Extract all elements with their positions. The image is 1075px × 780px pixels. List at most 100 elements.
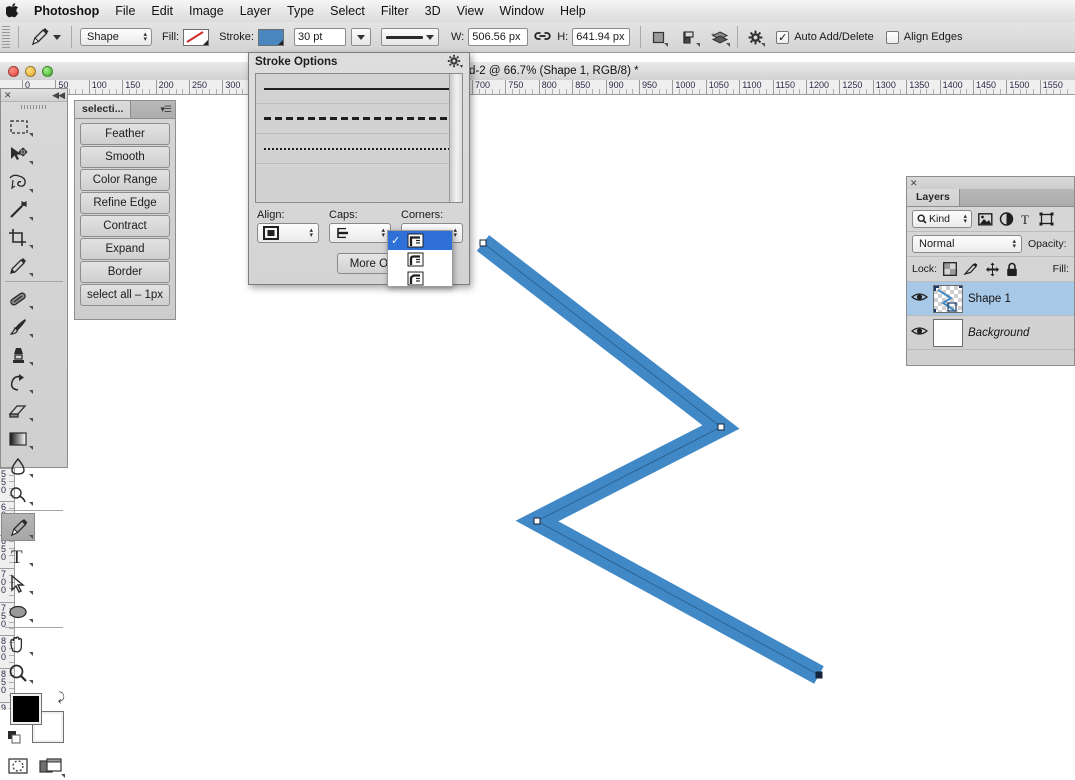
rectangular-marquee-tool[interactable]	[1, 111, 35, 139]
menu-item-3d[interactable]: 3D	[417, 0, 449, 22]
menu-item-select[interactable]: Select	[322, 0, 373, 22]
panel-menu-icon[interactable]: ▾☰	[156, 104, 175, 115]
shape-layer-filter-icon[interactable]	[1039, 212, 1054, 226]
tab-selection[interactable]: selecti...	[75, 101, 132, 118]
lock-image-pixels-icon[interactable]	[963, 262, 979, 276]
tools-panel-header[interactable]: ✕ ◀◀	[1, 89, 67, 102]
default-colors-icon[interactable]	[7, 730, 22, 748]
stepper-arrows-icon[interactable]: ▴ ▾	[453, 227, 459, 239]
auto-add-delete-checkbox[interactable]: ✓	[776, 30, 790, 44]
corner-round-join-option[interactable]: ✓	[388, 250, 452, 269]
screen-mode-icon[interactable]	[34, 752, 67, 780]
selection-button-expand[interactable]: Expand	[80, 238, 170, 260]
selection-button-smooth[interactable]: Smooth	[80, 146, 170, 168]
stepper-arrows-icon[interactable]: ▴ ▾	[963, 213, 969, 225]
eye-visibility-icon[interactable]	[911, 325, 928, 340]
gear-icon[interactable]	[744, 26, 766, 48]
selection-button-contract[interactable]: Contract	[80, 215, 170, 237]
spot-healing-brush-tool[interactable]	[1, 284, 35, 312]
stroke-swatch-button[interactable]	[257, 28, 284, 46]
adjustment-layer-filter-icon[interactable]	[999, 212, 1014, 226]
stroke-style-dropdown[interactable]	[380, 28, 439, 46]
shape-vector-thumbnail[interactable]	[933, 284, 963, 313]
stroke-presets-list[interactable]	[255, 73, 463, 203]
eye-visibility-icon[interactable]	[911, 291, 928, 306]
ellipse-tool[interactable]	[1, 597, 35, 625]
stepper-arrows-icon[interactable]: ▴ ▾	[1012, 238, 1018, 250]
fill-swatch-button[interactable]	[183, 28, 210, 46]
lasso-tool[interactable]	[1, 167, 35, 195]
menu-item-filter[interactable]: Filter	[373, 0, 417, 22]
clone-stamp-tool[interactable]	[1, 340, 35, 368]
magic-wand-tool[interactable]	[1, 195, 35, 223]
lock-transparent-pixels-icon[interactable]	[943, 262, 958, 276]
shape-height-field[interactable]: 641.94 px	[572, 28, 631, 46]
eraser-tool[interactable]	[1, 396, 35, 424]
crop-tool[interactable]	[1, 223, 35, 251]
history-brush-tool[interactable]	[1, 368, 35, 396]
white-background-thumbnail[interactable]	[933, 318, 963, 347]
stepper-arrows-icon[interactable]: ▴ ▾	[143, 31, 149, 43]
align-select[interactable]: ▴ ▾	[257, 223, 319, 243]
type-tool[interactable]: T	[1, 541, 35, 569]
layer-row-shape-1[interactable]: Shape 1	[907, 282, 1074, 316]
layer-filter-kind-select[interactable]: Kind ▴ ▾	[912, 210, 972, 228]
horizontal-ruler[interactable]: 0 50 100 150 200 250 300 700 750 800 850 900 950 1000…	[0, 80, 1075, 95]
menu-item-window[interactable]: Window	[492, 0, 552, 22]
menu-item-type[interactable]: Type	[279, 0, 322, 22]
stepper-arrows-icon[interactable]: ▴ ▾	[309, 227, 315, 239]
link-chain-icon[interactable]	[534, 30, 551, 45]
hand-tool[interactable]	[1, 630, 35, 658]
corner-miter-join-option[interactable]: ✓	[388, 231, 452, 250]
layer-row-background[interactable]: Background	[907, 316, 1074, 350]
tab-layers[interactable]: Layers	[907, 189, 960, 206]
caps-select[interactable]: ▴ ▾	[329, 223, 391, 243]
close-icon[interactable]: ✕	[4, 90, 12, 100]
stroke-width-field[interactable]: 30 pt	[293, 28, 346, 46]
shape-width-field[interactable]: 506.56 px	[468, 28, 529, 46]
menu-item-file[interactable]: File	[107, 0, 143, 22]
selection-button-border[interactable]: Border	[80, 261, 170, 283]
zigzag-stroke[interactable]	[476, 235, 824, 684]
chevron-down-icon[interactable]	[53, 34, 61, 40]
selection-button-color-range[interactable]: Color Range	[80, 169, 170, 191]
stroke-presets-scrollbar[interactable]	[449, 74, 462, 202]
chevron-down-icon[interactable]	[203, 39, 209, 45]
swap-colors-icon[interactable]: ⤸	[58, 690, 65, 705]
brush-tool[interactable]	[1, 312, 35, 340]
selection-button-feather[interactable]: Feather	[80, 123, 170, 145]
chevron-down-icon[interactable]	[277, 39, 283, 45]
anchor-point-0[interactable]	[479, 239, 487, 247]
stroke-preset-dashed[interactable]	[256, 104, 462, 134]
anchor-point-2[interactable]	[533, 517, 541, 525]
pen-tool[interactable]	[1, 513, 35, 541]
menu-item-image[interactable]: Image	[181, 0, 232, 22]
foreground-color-swatch[interactable]	[10, 693, 42, 725]
blur-tool[interactable]	[1, 452, 35, 480]
corner-bevel-join-option[interactable]: ✓	[388, 269, 452, 288]
path-alignment-icon[interactable]	[679, 26, 701, 48]
anchor-point-1[interactable]	[717, 423, 725, 431]
blend-mode-select[interactable]: Normal ▴ ▾	[912, 235, 1022, 253]
double-chevron-left-icon[interactable]: ◀◀	[52, 90, 65, 101]
eyedropper-tool[interactable]	[1, 251, 35, 279]
menu-item-view[interactable]: View	[449, 0, 492, 22]
tools-panel-grip[interactable]	[1, 102, 67, 111]
path-arrangement-icon[interactable]: +	[709, 26, 731, 48]
stroke-preset-solid[interactable]	[256, 74, 462, 104]
apple-logo-icon[interactable]	[0, 2, 26, 20]
gradient-tool[interactable]	[1, 424, 35, 452]
zoom-tool[interactable]	[1, 658, 35, 686]
pixel-layer-filter-icon[interactable]	[978, 212, 993, 226]
menu-item-edit[interactable]: Edit	[143, 0, 181, 22]
options-bar-grip[interactable]	[2, 26, 10, 48]
dodge-tool[interactable]	[1, 480, 35, 508]
menu-item-help[interactable]: Help	[552, 0, 594, 22]
current-tool-preset[interactable]	[25, 27, 65, 47]
menu-item-layer[interactable]: Layer	[232, 0, 279, 22]
path-operations-icon[interactable]	[647, 26, 669, 48]
move-tool[interactable]	[1, 139, 35, 167]
anchor-point-3[interactable]	[815, 671, 823, 679]
gear-icon[interactable]	[447, 54, 463, 71]
quick-mask-icon[interactable]	[1, 752, 34, 780]
